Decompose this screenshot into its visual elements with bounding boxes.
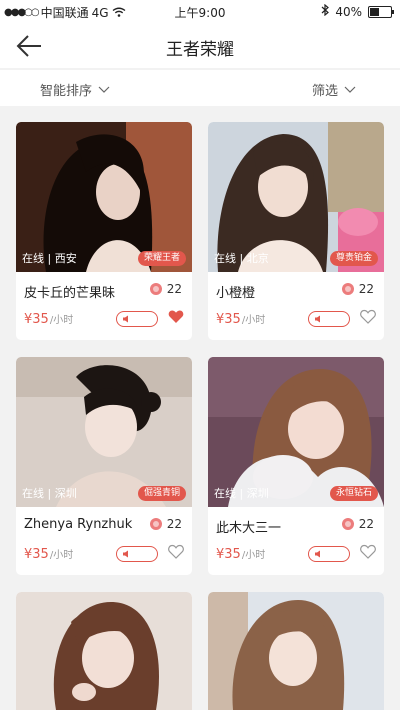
voice-button[interactable] <box>116 546 158 562</box>
price: ¥35/小时 <box>24 546 73 562</box>
sort-label: 智能排序 <box>40 84 93 99</box>
like-value: 22 <box>166 282 182 296</box>
heart-outline-icon <box>360 309 376 324</box>
battery-icon <box>368 5 394 18</box>
player-card[interactable] <box>208 592 384 710</box>
like-count: 22 <box>149 282 182 296</box>
player-photo: 在线 | 深圳 永恒钻石 <box>208 357 384 507</box>
voice-icon <box>123 550 128 558</box>
price-value: ¥35 <box>216 547 241 562</box>
sort-dropdown[interactable]: 智能排序 <box>40 80 110 99</box>
rank-badge: 倔强青铜 <box>137 486 186 501</box>
price: ¥35/小时 <box>24 311 73 327</box>
bluetooth-icon <box>321 3 330 19</box>
voice-icon <box>315 550 320 558</box>
like-icon <box>149 283 162 295</box>
price-value: ¥35 <box>24 547 49 562</box>
like-count: 22 <box>341 517 374 531</box>
rank-badge: 永恒钻石 <box>329 486 378 501</box>
price-unit: /小时 <box>49 315 74 326</box>
voice-icon <box>315 315 320 323</box>
like-count: 22 <box>341 282 374 296</box>
price: ¥35/小时 <box>216 546 265 562</box>
filter-dropdown[interactable]: 筛选 <box>312 80 356 99</box>
player-name: 此木大三一 <box>216 521 282 536</box>
price-value: ¥35 <box>216 312 241 327</box>
player-card[interactable]: 在线 | 北京 尊贵铂金 小橙橙 22 ¥35/小时 <box>208 122 384 340</box>
player-photo: 在线 | 西安 荣耀王者 <box>16 122 192 272</box>
price: ¥35/小时 <box>216 311 265 327</box>
player-photo <box>16 592 192 710</box>
like-icon <box>341 283 354 295</box>
favorite-button[interactable] <box>168 544 184 563</box>
price-unit: /小时 <box>241 315 266 326</box>
filter-label: 筛选 <box>311 84 338 99</box>
voice-button[interactable] <box>308 311 350 327</box>
filter-bar: 智能排序 筛选 <box>0 70 400 106</box>
like-icon <box>149 518 162 530</box>
rank-badge: 荣耀王者 <box>137 251 186 266</box>
like-value: 22 <box>166 517 182 531</box>
player-photo: 在线 | 北京 尊贵铂金 <box>208 122 384 272</box>
player-name: 皮卡丘的芒果昧 <box>24 286 116 301</box>
voice-icon <box>123 315 128 323</box>
online-status: 在线 | 深圳 <box>22 487 77 500</box>
chevron-down-icon <box>98 86 110 93</box>
player-card[interactable]: 在线 | 深圳 倔强青铜 Zhenya Rynzhuk 22 ¥35/小时 <box>16 357 192 575</box>
voice-button[interactable] <box>116 311 158 327</box>
price-unit: /小时 <box>241 550 266 561</box>
voice-button[interactable] <box>308 546 350 562</box>
heart-filled-icon <box>168 310 184 323</box>
rank-badge: 尊贵铂金 <box>329 251 378 266</box>
heart-outline-icon <box>168 544 184 559</box>
price-unit: /小时 <box>49 550 74 561</box>
battery-label: 40% <box>335 4 362 19</box>
like-value: 22 <box>358 282 374 296</box>
player-card[interactable]: 在线 | 西安 荣耀王者 皮卡丘的芒果昧 22 ¥35/小时 <box>16 122 192 340</box>
online-status: 在线 | 深圳 <box>214 487 269 500</box>
favorite-button[interactable] <box>360 309 376 328</box>
player-photo <box>208 592 384 710</box>
player-card[interactable]: 在线 | 深圳 永恒钻石 此木大三一 22 ¥35/小时 <box>208 357 384 575</box>
online-status: 在线 | 北京 <box>214 252 269 265</box>
like-count: 22 <box>149 517 182 531</box>
favorite-button[interactable] <box>168 309 184 328</box>
like-value: 22 <box>358 517 374 531</box>
page-title: 王者荣耀 <box>166 40 234 60</box>
nav-bar: 王者荣耀 <box>0 24 400 68</box>
favorite-button[interactable] <box>360 544 376 563</box>
like-icon <box>341 518 354 530</box>
online-status: 在线 | 西安 <box>22 252 77 265</box>
player-name: 小橙橙 <box>216 286 256 301</box>
price-value: ¥35 <box>24 312 49 327</box>
player-card[interactable] <box>16 592 192 710</box>
chevron-down-icon <box>344 86 356 93</box>
player-photo: 在线 | 深圳 倔强青铜 <box>16 357 192 507</box>
heart-outline-icon <box>360 544 376 559</box>
status-right: 40% <box>321 3 394 19</box>
player-name: Zhenya Rynzhuk <box>24 517 133 532</box>
status-bar: ●●●○○ 中国联通 4G 上午9:00 40% <box>0 0 400 24</box>
